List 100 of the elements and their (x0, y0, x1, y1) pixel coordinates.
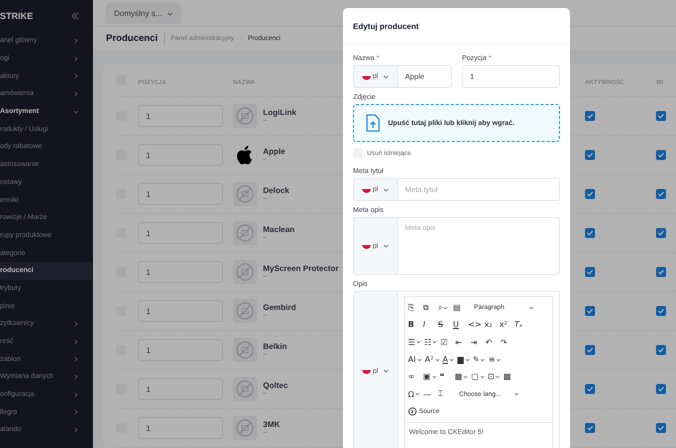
no-image-icon (233, 416, 257, 440)
chevron-icon (73, 73, 79, 80)
toolbar-button[interactable]: AI (408, 355, 422, 364)
chevron-icon (73, 320, 79, 327)
toolbar-button[interactable]: A (442, 355, 455, 364)
active-checkbox[interactable] (585, 306, 595, 316)
toolbar-button[interactable]: x₂ (484, 320, 496, 330)
manufacturer-name: Qoltec (263, 381, 288, 390)
caret-icon (434, 358, 440, 362)
toolbar-button[interactable]: ☰ (408, 338, 422, 347)
caret-icon (480, 358, 486, 362)
row-checkbox[interactable] (656, 150, 666, 160)
caret-icon (415, 392, 420, 396)
toolbar-button[interactable]: I (423, 320, 435, 330)
no-image-icon (233, 299, 257, 323)
position-input[interactable]: 1 (138, 222, 223, 244)
row-checkbox[interactable] (656, 228, 666, 238)
caret-icon (167, 12, 174, 16)
toolbar-button[interactable]: A² (424, 355, 440, 364)
toolbar-button[interactable]: ❝ (440, 372, 452, 382)
row-checkbox[interactable] (656, 189, 666, 199)
active-checkbox[interactable] (585, 423, 595, 433)
toolbar-button[interactable]: ⎘ (408, 302, 420, 313)
chevron-icon (73, 338, 79, 345)
caret-icon (443, 306, 448, 310)
toolbar-button[interactable]: ⊡ (488, 372, 500, 382)
toolbar-button[interactable]: ↷ (500, 338, 512, 347)
row-checkbox[interactable] (656, 384, 666, 394)
active-checkbox[interactable] (585, 189, 595, 199)
no-image-icon (233, 260, 257, 284)
toolbar-button[interactable]: — (423, 390, 436, 399)
chevron-icon (73, 426, 79, 433)
toolbar-button[interactable]: x² (499, 320, 512, 330)
toolbar-button[interactable]: ⇥ (470, 338, 482, 347)
row-checkbox[interactable] (656, 306, 666, 316)
toolbar-button[interactable]: Ω (408, 390, 420, 399)
source-icon (408, 406, 417, 416)
position-input[interactable]: 1 (138, 183, 223, 205)
no-image-icon (233, 338, 257, 362)
caret-icon (480, 374, 485, 379)
toolbar-button[interactable]: ▢ (471, 372, 485, 382)
store-select[interactable]: Domyślny s... (106, 2, 182, 24)
toolbar-button[interactable]: S (438, 320, 450, 330)
position-input[interactable]: 1 (138, 378, 223, 400)
no-image-icon (233, 377, 257, 401)
active-checkbox[interactable] (585, 267, 595, 277)
row-checkbox[interactable] (656, 267, 666, 277)
toolbar-button[interactable]: U (453, 320, 465, 330)
manufacturer-name: Apple (263, 147, 286, 156)
active-checkbox[interactable] (585, 150, 595, 160)
active-checkbox[interactable] (585, 384, 595, 394)
position-input[interactable]: 1 (138, 144, 223, 166)
manufacturer-name: Belkin (263, 342, 288, 351)
flag-icon (362, 243, 371, 249)
caret-icon (432, 374, 437, 379)
toolbar-button[interactable]: ∞ (408, 372, 420, 382)
chevron-icon (73, 56, 79, 62)
active-checkbox[interactable] (585, 345, 595, 355)
toolbar-button[interactable]: ⌶ (438, 389, 450, 400)
caret-icon (464, 358, 470, 362)
row-checkbox[interactable] (656, 111, 666, 121)
row-checkbox[interactable] (656, 423, 666, 433)
position-input[interactable]: 1 (138, 300, 223, 322)
position-input[interactable]: 1 (138, 417, 223, 439)
toolbar-button[interactable]: ✎ (472, 355, 486, 364)
no-image-icon (233, 104, 257, 128)
manufacturer-name: Maclean (263, 225, 295, 234)
active-checkbox[interactable] (585, 228, 595, 238)
file-upload-icon (366, 114, 380, 132)
toolbar-button[interactable]: ☑ (440, 338, 452, 347)
caret-icon (383, 244, 390, 248)
position-input[interactable]: 1 (138, 261, 223, 283)
active-checkbox[interactable] (585, 111, 595, 121)
caret-icon (416, 358, 422, 362)
toolbar-button[interactable]: ▦ (454, 372, 468, 382)
toolbar-button[interactable]: ☷ (424, 338, 438, 347)
toolbar-button[interactable]: B (408, 320, 420, 330)
no-image-icon (233, 221, 257, 245)
no-image-icon (233, 182, 257, 206)
toolbar-button[interactable]: ▣ (423, 372, 437, 382)
toolbar-button[interactable]: ↶ (485, 338, 498, 347)
manufacturer-name: 3MK (263, 420, 280, 429)
caret-icon (514, 392, 520, 396)
position-input[interactable]: 1 (138, 339, 223, 361)
caret-icon (463, 374, 468, 379)
chevron-icon (73, 374, 79, 380)
flag-icon (362, 74, 371, 80)
caret-icon (529, 306, 534, 310)
toolbar-button[interactable]: ▤ (453, 303, 465, 312)
toolbar-button[interactable]: Tₓ (514, 320, 526, 330)
toolbar-button[interactable]: ▆ (458, 355, 470, 364)
toolbar-button[interactable]: ⇤ (455, 338, 468, 347)
toolbar-button[interactable]: <> (468, 320, 482, 330)
toolbar-button[interactable]: ⌕ (438, 302, 450, 313)
collapse-icon[interactable] (71, 12, 79, 20)
toolbar-button[interactable]: ▩ (503, 372, 516, 382)
position-input[interactable]: 1 (138, 105, 223, 127)
toolbar-button[interactable]: ⧉ (423, 302, 435, 313)
row-checkbox[interactable] (656, 345, 666, 355)
toolbar-button[interactable]: ≡ (488, 355, 502, 364)
